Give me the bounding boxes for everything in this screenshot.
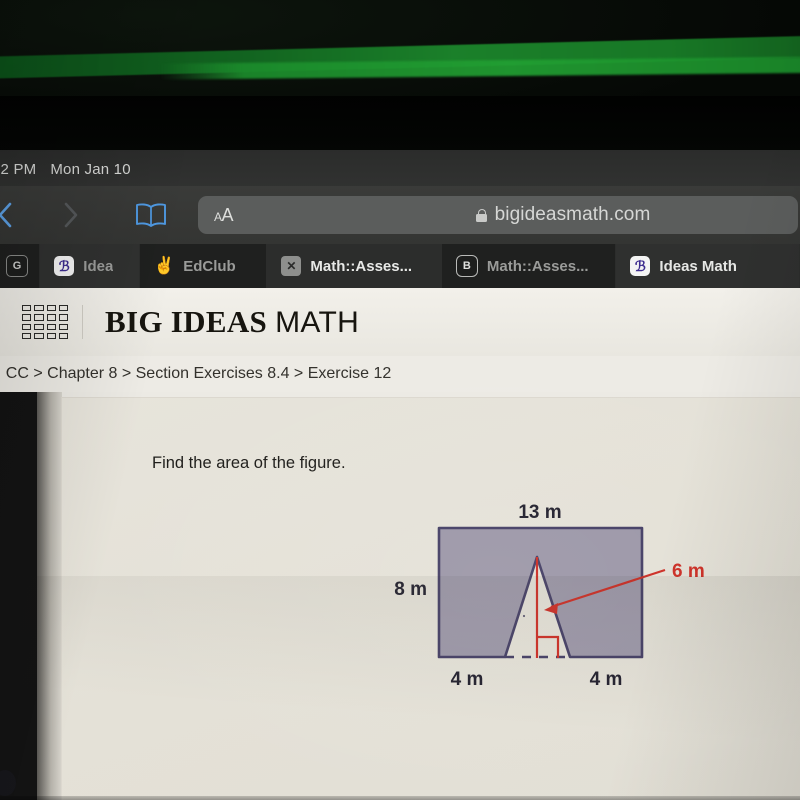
label-bottom-left: 4 m [451,669,484,690]
tab-label: EdClub [183,257,236,275]
breadcrumb-bar: d: CC > Chapter 8 > Section Exercises 8.… [0,356,800,392]
label-top: 13 m [518,502,561,523]
site-header: BIG IDEAS MATH [0,288,800,357]
google-g-icon: G [6,255,28,277]
tab-ideas-math[interactable]: ℬ Ideas Math [616,244,800,288]
tab-edclub[interactable]: ✌ EdClub [140,244,268,288]
tab-math-assessment-1[interactable]: ✕ Math::Asses... [267,244,442,288]
geometry-figure: 13 m 8 m 6 m 4 m 4 m [377,498,777,708]
arrowhead-icon [544,603,558,614]
tab-label: Math::Asses... [310,257,413,275]
forward-button[interactable] [54,198,88,232]
brand-logo: BIG IDEAS MATH [105,304,359,340]
lock-icon [475,208,487,222]
exercise-panel: Find the area of the figure. 13 m 8 m 6 … [62,398,800,800]
label-left: 8 m [394,579,427,600]
status-bar-time: 52 PM [0,160,37,178]
waffle-grid-icon[interactable] [22,305,83,339]
big-ideas-math-icon: ℬ [54,256,75,276]
address-bar[interactable]: AA bigideasmath.com [198,196,798,234]
tab-label: Ideas Math [659,257,737,275]
tab-label: Idea [83,257,114,275]
tab-bar: G ℬ Idea ✌ EdClub ✕ Math::Asses... B Mat… [0,244,800,288]
big-ideas-math-icon: ℬ [630,256,651,276]
status-bar: 52 PM Mon Jan 10 [0,150,800,188]
figure-speck [522,614,526,618]
hand-icon: ✌ [153,256,175,275]
right-angle-marker [537,635,560,658]
tab-label: Math::Asses... [486,257,589,275]
browser-toolbar: AA bigideasmath.com [0,186,800,244]
letter-b-icon: B [455,255,478,277]
bezel-shadow [0,96,800,154]
tab-idea[interactable]: ℬ Idea [40,244,141,288]
bottom-edge-shadow [0,796,800,800]
brand-bold-text: BIG IDEAS [105,304,268,339]
book-icon [136,203,166,227]
close-x-icon: ✕ [281,256,302,276]
left-rail [0,392,37,800]
tab-math-assessment-2[interactable]: B Math::Asses... [442,244,617,288]
text-size-small-a: A [214,209,222,224]
text-size-button[interactable]: AA [214,204,234,226]
figure-svg: 13 m 8 m 6 m 4 m 4 m [394,502,705,690]
left-rail-shadow [37,392,62,800]
url-text: bigideasmath.com [494,204,651,225]
text-size-big-a: A [221,204,234,225]
web-page: BIG IDEAS MATH d: CC > Chapter 8 > Secti… [0,288,800,800]
back-button[interactable] [0,198,22,232]
tab-google[interactable]: G [0,244,41,288]
label-bottom-right: 4 m [590,669,623,690]
photo-of-screen: 52 PM Mon Jan 10 AA bigide [0,0,800,800]
breadcrumb[interactable]: d: CC > Chapter 8 > Section Exercises 8.… [0,365,391,383]
exercise-prompt: Find the area of the figure. [152,454,346,472]
status-bar-date: Mon Jan 10 [50,160,131,178]
chevron-right-icon [64,202,78,228]
brand-light-text: MATH [275,306,360,339]
label-right-annotation: 6 m [672,561,705,582]
chevron-left-icon [0,202,12,228]
reader-bookmarks-button[interactable] [132,200,170,230]
